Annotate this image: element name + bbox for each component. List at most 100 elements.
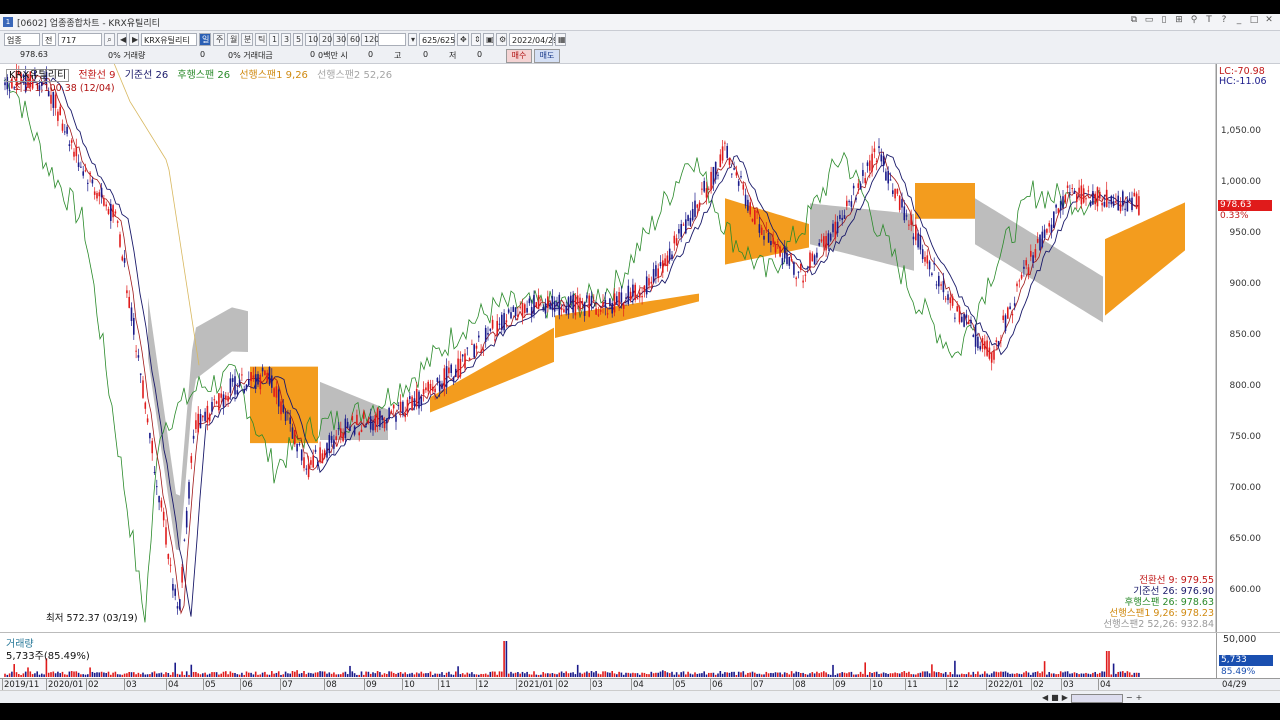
date-input[interactable]: 2022/04/29 xyxy=(509,33,558,46)
candle-body xyxy=(245,384,248,390)
x-tick-label: 02 xyxy=(558,680,569,690)
interval-input[interactable] xyxy=(378,33,406,46)
volume-bar xyxy=(114,671,117,677)
period-tick[interactable]: 틱 xyxy=(255,33,267,46)
candle-body xyxy=(806,267,809,269)
volume-bar xyxy=(195,671,197,677)
candle-body xyxy=(862,170,864,176)
candle-body xyxy=(1039,234,1041,251)
price-tag: 978.63 xyxy=(1218,200,1272,211)
volume-bar xyxy=(241,672,243,677)
interval-120[interactable]: 120 xyxy=(361,33,379,46)
volume-bar xyxy=(519,673,521,677)
volume-chart[interactable]: 거래량 5,733주(85.49%) 50,000 5,733 85.49% xyxy=(0,632,1280,679)
interval-10[interactable]: 10 xyxy=(305,33,318,46)
period-week[interactable]: 주 xyxy=(213,33,225,46)
candle-body xyxy=(300,449,303,461)
price-chart[interactable]: KRX유틸리티 전환선 9 기준선 26 후행스팬 26 선행스팬1 9,26 … xyxy=(0,64,1280,632)
interval-1[interactable]: 1 xyxy=(269,33,279,46)
candle-body xyxy=(112,205,114,218)
period-day[interactable]: 일 xyxy=(199,33,211,46)
candle-body xyxy=(438,380,441,392)
candle-body xyxy=(1119,203,1122,212)
volume-bar xyxy=(818,673,820,677)
arrow-icon[interactable]: ⇕ xyxy=(471,33,481,46)
candle-body xyxy=(379,410,381,427)
restore-icon[interactable]: ▯ xyxy=(1159,15,1169,25)
volume-bar xyxy=(797,672,800,677)
grid-icon[interactable]: ⊞ xyxy=(1174,15,1184,25)
candle-body xyxy=(190,456,193,463)
scroll-left-icon[interactable]: ◀ xyxy=(1042,693,1048,703)
interval-3[interactable]: 3 xyxy=(281,33,291,46)
candle-body xyxy=(783,245,786,259)
market-select[interactable]: 업종 xyxy=(4,33,40,46)
sell-button[interactable]: 매도 xyxy=(534,49,560,63)
prev-icon[interactable]: ◀ xyxy=(117,33,127,46)
scroll-right-icon[interactable]: ▶ xyxy=(1062,693,1068,703)
volume-bar xyxy=(162,674,165,677)
volume-bar xyxy=(70,671,73,677)
chart-scrollbar[interactable]: ◀ ■ ▶ − + xyxy=(0,690,1280,703)
interval-30[interactable]: 30 xyxy=(333,33,346,46)
candle-body xyxy=(510,312,512,319)
price-axis: LC:-70.98 HC:-11.06 1,050.00 1,000.00 950.… xyxy=(1216,64,1280,632)
search-icon[interactable]: ⌕ xyxy=(104,33,115,46)
volume-bar xyxy=(294,671,296,677)
zoom-out-icon[interactable]: − xyxy=(1126,693,1133,703)
interval-20[interactable]: 20 xyxy=(319,33,332,46)
volume-bar xyxy=(862,673,864,677)
candle-body xyxy=(668,248,671,261)
candle-body xyxy=(671,254,673,260)
candle-body xyxy=(202,415,204,418)
volume-bar xyxy=(153,671,156,677)
type-select[interactable]: 전 xyxy=(42,33,56,46)
volume-bar xyxy=(89,667,91,677)
scroll-stop-icon[interactable]: ■ xyxy=(1051,693,1059,703)
volume-bar xyxy=(156,673,158,677)
period-month[interactable]: 월 xyxy=(227,33,239,46)
candle-body xyxy=(687,215,689,222)
interval-60[interactable]: 60 xyxy=(347,33,360,46)
candle-body xyxy=(75,146,78,157)
volume-bar xyxy=(215,672,218,677)
volume-bar xyxy=(961,673,963,677)
indicator-value: 전환선 9: 979.55 xyxy=(1139,575,1214,586)
volume-bar xyxy=(565,671,567,677)
candle-body xyxy=(165,527,167,545)
link-icon[interactable]: ⧉ xyxy=(1129,15,1139,25)
minimize-icon[interactable]: ▭ xyxy=(1144,15,1154,25)
candle-body xyxy=(452,377,455,382)
candle-body xyxy=(1020,274,1023,279)
minimize-button[interactable]: _ xyxy=(1234,15,1244,25)
candle-body xyxy=(298,443,301,445)
x-tick-label: 12 xyxy=(948,680,959,690)
candle-body xyxy=(622,303,625,309)
candle-body xyxy=(151,440,153,454)
zoom-in-icon[interactable]: + xyxy=(1136,693,1143,703)
save-icon[interactable]: ▣ xyxy=(483,33,494,46)
dropdown-icon[interactable]: ▾ xyxy=(408,33,417,46)
volume-y-tick: 50,000 xyxy=(1223,634,1257,645)
close-button[interactable]: ✕ xyxy=(1264,15,1274,25)
calendar-icon[interactable]: ▦ xyxy=(555,33,566,46)
buy-button[interactable]: 매수 xyxy=(506,49,532,63)
code-input[interactable]: 717 xyxy=(58,33,102,46)
maximize-button[interactable]: □ xyxy=(1249,15,1259,25)
zoom-icon[interactable]: ✥ xyxy=(457,33,469,46)
volume-bar xyxy=(1101,671,1103,677)
text-icon[interactable]: T xyxy=(1204,15,1214,25)
candle-body xyxy=(910,215,912,225)
volume-bar xyxy=(843,672,846,677)
candle-body xyxy=(296,443,298,452)
period-minute[interactable]: 분 xyxy=(241,33,253,46)
settings-icon[interactable]: ⚙ xyxy=(496,33,507,46)
next-icon[interactable]: ▶ xyxy=(129,33,139,46)
volume-bar xyxy=(599,674,602,677)
pin-icon[interactable]: ⚲ xyxy=(1189,15,1199,25)
indicator-value: 기준선 26: 976.90 xyxy=(1133,586,1214,597)
interval-5[interactable]: 5 xyxy=(293,33,303,46)
candle-body xyxy=(241,374,243,376)
scroll-thumb[interactable] xyxy=(1070,694,1123,703)
help-icon[interactable]: ? xyxy=(1219,15,1229,25)
